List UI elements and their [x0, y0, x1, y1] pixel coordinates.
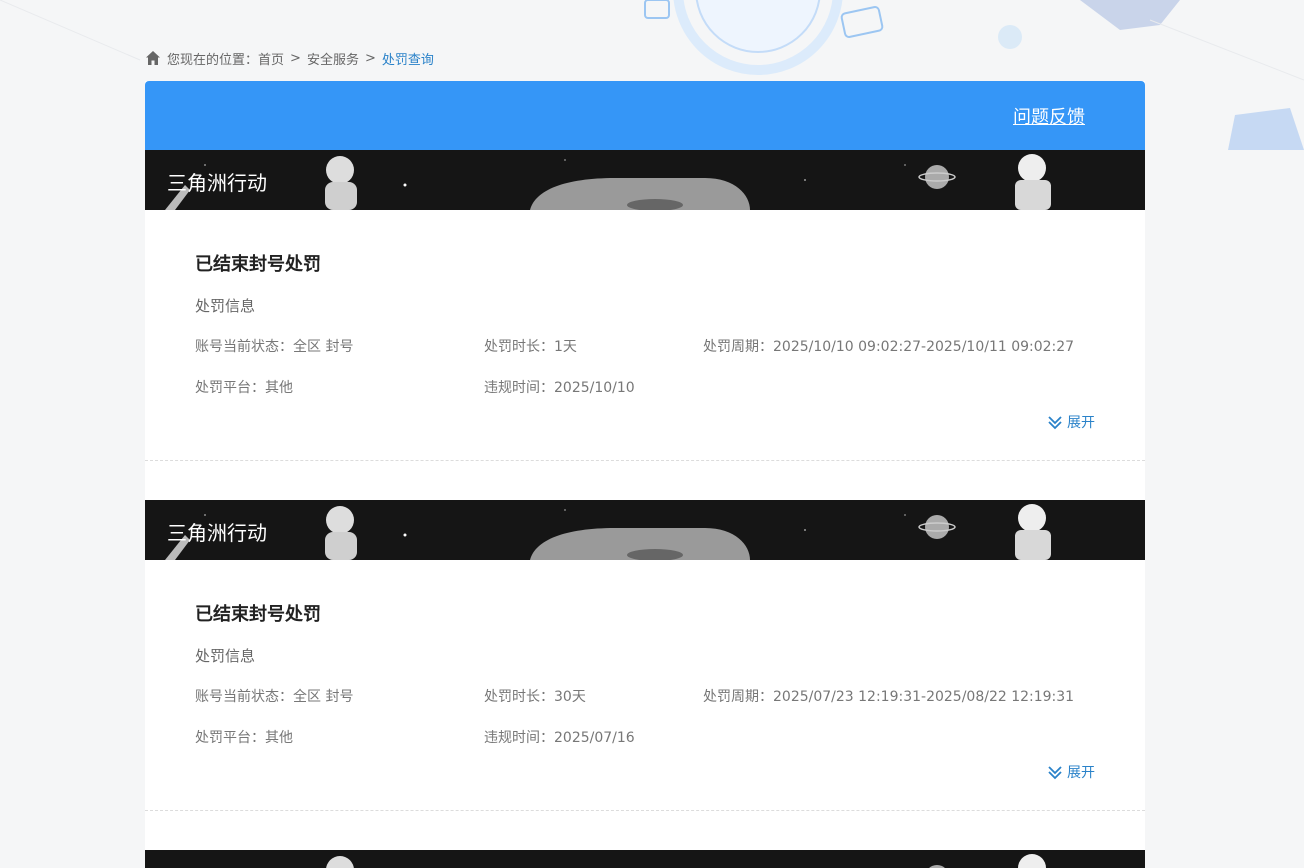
- account-status: 账号当前状态：全区 封号: [195, 339, 354, 355]
- space-banner-art: [165, 504, 1051, 560]
- double-chevron-down-icon: [1048, 766, 1062, 780]
- section-label: 处罚信息: [195, 647, 256, 665]
- record-body: 已结束封号处罚 处罚信息 账号当前状态：全区 封号 处罚时长：1天 处罚周期：2…: [145, 210, 1145, 460]
- section-label: 处罚信息: [195, 297, 256, 315]
- breadcrumb-security-link[interactable]: 安全服务: [307, 49, 359, 68]
- penalty-platform: 处罚平台：其他: [195, 730, 293, 746]
- penalty-period: 处罚周期：2025/10/10 09:02:27-2025/10/11 09:0…: [703, 339, 1075, 355]
- record-body: 已结束封号处罚 处罚信息 账号当前状态：全区 封号 处罚时长：30天 处罚周期：…: [145, 560, 1145, 810]
- breadcrumb-current: 处罚查询: [381, 52, 434, 68]
- double-chevron-down-icon: [1048, 416, 1062, 430]
- penalty-duration: 处罚时长：30天: [484, 689, 586, 705]
- game-banner: 三角洲行动: [145, 150, 1145, 210]
- expand-label: 展开: [1067, 765, 1095, 781]
- info-row: 处罚平台：其他 违规时间：2025/10/10: [195, 377, 1095, 399]
- game-name: 三角洲行动: [167, 171, 267, 195]
- panel-header: 问题反馈: [145, 81, 1145, 150]
- expand-button[interactable]: 展开: [1047, 762, 1095, 782]
- home-icon: [146, 51, 160, 65]
- info-row: 账号当前状态：全区 封号 处罚时长：1天 处罚周期：2025/10/10 09:…: [195, 336, 1095, 358]
- expand-button[interactable]: 展开: [1047, 412, 1095, 432]
- game-banner: 三角洲行动: [145, 500, 1145, 560]
- account-status: 账号当前状态：全区 封号: [195, 689, 354, 705]
- game-name: 三角洲行动: [167, 521, 267, 545]
- info-row: 处罚平台：其他 违规时间：2025/07/16: [195, 727, 1095, 749]
- record-title: 已结束封号处罚: [195, 254, 321, 275]
- penalty-duration: 处罚时长：1天: [484, 339, 577, 355]
- game-banner-partial: [145, 850, 1145, 868]
- breadcrumb-separator: >: [364, 50, 376, 66]
- penalty-record: 三角洲行动 已结束封号处罚 处罚信息 账号当前状态：全区 封号 处罚时长：1天 …: [145, 150, 1145, 461]
- space-banner-art: [165, 154, 1051, 210]
- record-title: 已结束封号处罚: [195, 604, 321, 625]
- feedback-link[interactable]: 问题反馈: [1013, 103, 1085, 129]
- penalty-panel: 问题反馈 三角洲行动 已结束封号处罚 处罚信息 账号当前状态：全区 封号 处罚时…: [145, 81, 1145, 868]
- penalty-platform: 处罚平台：其他: [195, 380, 293, 396]
- violation-time: 违规时间：2025/10/10: [484, 380, 635, 396]
- expand-label: 展开: [1067, 415, 1095, 431]
- space-banner-art: [326, 854, 1046, 868]
- breadcrumb: 您现在的位置： 首页 > 安全服务 > 处罚查询: [145, 48, 434, 68]
- breadcrumb-prefix: 您现在的位置：: [167, 52, 259, 68]
- penalty-record: 三角洲行动 已结束封号处罚 处罚信息 账号当前状态：全区 封号 处罚时长：30天…: [145, 500, 1145, 811]
- penalty-period: 处罚周期：2025/07/23 12:19:31-2025/08/22 12:1…: [703, 689, 1075, 705]
- breadcrumb-home-link[interactable]: 首页: [258, 49, 284, 68]
- info-row: 账号当前状态：全区 封号 处罚时长：30天 处罚周期：2025/07/23 12…: [195, 686, 1095, 708]
- breadcrumb-separator: >: [290, 50, 301, 66]
- violation-time: 违规时间：2025/07/16: [484, 730, 635, 746]
